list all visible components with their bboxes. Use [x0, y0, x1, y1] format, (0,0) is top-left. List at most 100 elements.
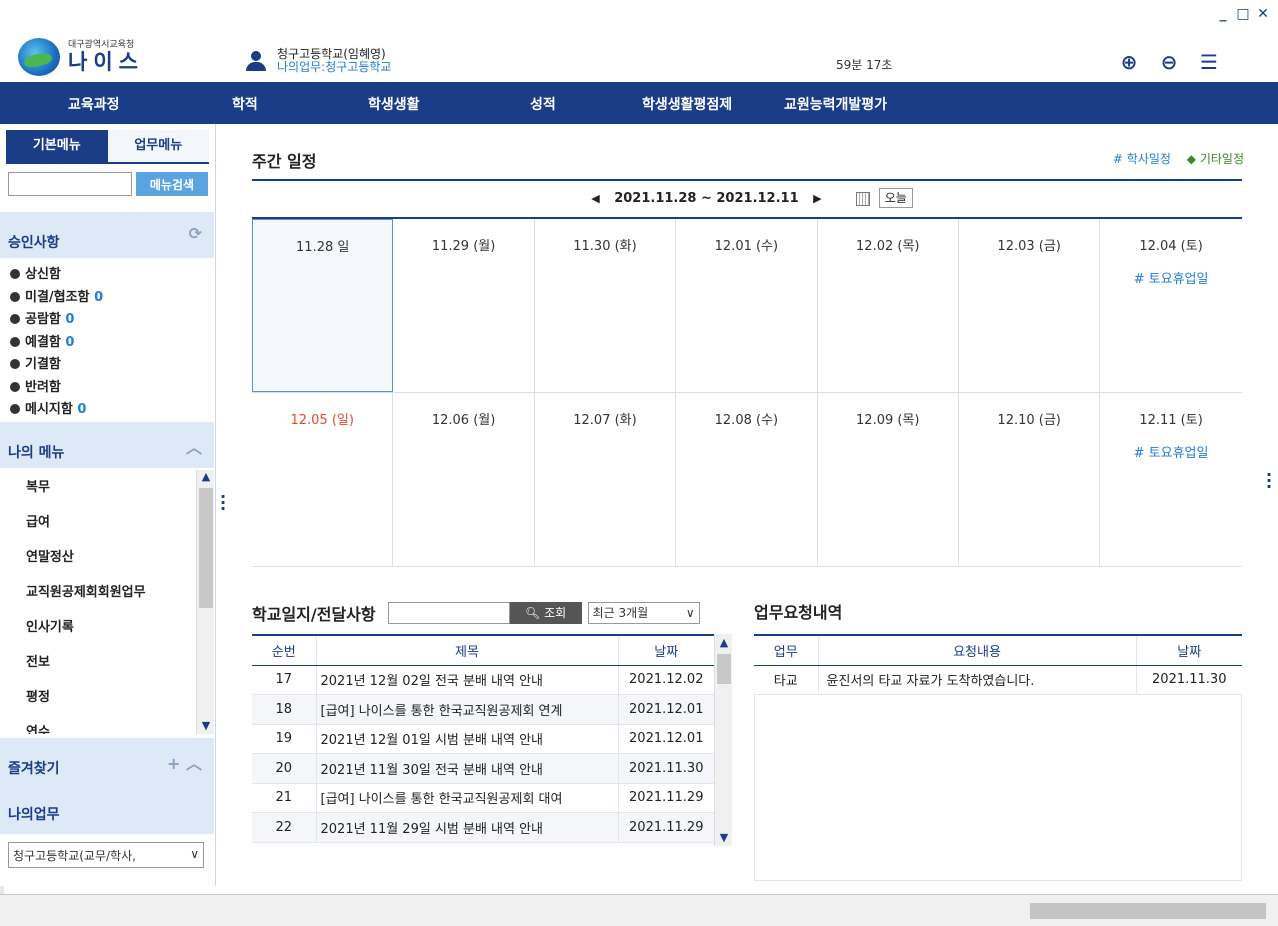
calendar-day-cell[interactable]: 12.01 (수) — [676, 219, 818, 392]
user-work-link[interactable]: 나의업무:청구고등학교 — [277, 60, 391, 74]
table-row[interactable]: 타교 윤진서의 타교 자료가 도착하였습니다. 2021.11.30 — [754, 665, 1242, 695]
log-search-input[interactable] — [387, 602, 510, 624]
query-button[interactable]: 🔍︎ 조회 — [509, 602, 582, 624]
nav-curriculum[interactable]: 교육과정 — [68, 94, 120, 114]
mymenu-item[interactable]: 복무 — [0, 470, 196, 505]
tab-basic-menu[interactable]: 기본메뉴 — [6, 130, 108, 162]
list-item[interactable]: 미결/협조함 0 — [10, 287, 103, 310]
calendar-day-cell[interactable]: 12.10 (금) — [959, 393, 1101, 566]
nav-student-life[interactable]: 학생생활 — [368, 94, 420, 114]
scroll-up-icon[interactable]: ▲ — [715, 636, 733, 649]
favorites-section-header[interactable]: 즐겨찾기 + ︿ — [0, 738, 214, 784]
day-label: 12.10 (금) — [997, 413, 1061, 428]
nav-merit-system[interactable]: 학생생활평점제 — [642, 94, 732, 114]
table-cell: 2021년 12월 02일 전국 분배 내역 안내 — [315, 665, 618, 695]
calendar-day-cell[interactable]: 12.08 (수) — [676, 393, 818, 566]
sidebar-resize-handle-icon[interactable]: · · · — [220, 489, 226, 517]
table-row[interactable]: 17 2021년 12월 02일 전국 분배 내역 안내 2021.12.02 — [252, 665, 714, 695]
table-cell: 17 — [252, 665, 316, 695]
work-request-table: 업무 요청내용 날짜 타교 윤진서의 타교 자료가 도착하였습니다. 2021.11… — [754, 634, 1242, 695]
calendar-day-cell[interactable]: 12.06 (월) — [393, 393, 535, 566]
chevron-up-icon[interactable]: ︿ — [186, 434, 202, 458]
scroll-down-icon[interactable]: ▼ — [715, 831, 733, 844]
table-row[interactable]: 18 [급여] 나이스를 통한 한국교직원공제회 연계 2021.12.01 — [252, 694, 714, 725]
mymenu-section-header[interactable]: 나의 메뉴 ︿ — [0, 422, 214, 468]
day-label: 12.11 (토) — [1139, 413, 1203, 428]
scroll-up-icon[interactable]: ▲ — [197, 470, 215, 483]
day-label: 12.08 (수) — [714, 413, 779, 428]
table-cell: [급여] 나이스를 통한 한국교직원공제회 대여 — [315, 783, 618, 813]
hamburger-menu-icon[interactable]: ☰ — [1198, 50, 1220, 74]
calendar-day-cell[interactable]: 12.03 (금) — [959, 219, 1101, 392]
calendar-day-cell[interactable]: 12.09 (목) — [818, 393, 959, 566]
calendar-day-cell[interactable]: 12.02 (목) — [818, 219, 959, 392]
nav-registry[interactable]: 학적 — [232, 94, 258, 114]
zoom-in-icon[interactable]: ⊕ — [1118, 50, 1140, 74]
nav-grades[interactable]: 성적 — [530, 94, 556, 114]
mymenu-item[interactable]: 급여 — [0, 505, 196, 540]
calendar-day-cell[interactable]: 12.07 (화) — [535, 393, 677, 566]
approval-section-header[interactable]: 승인사항 ⟳ — [0, 212, 214, 258]
school-log-panel: 학교일지/전달사항 🔍︎ 조회 최근 3개월 ∨ 순번 제목 날짜 17 2021년… — [252, 598, 734, 878]
table-row[interactable]: 19 2021년 12월 01일 시범 분배 내역 안내 2021.12.01 — [252, 724, 714, 754]
mymenu-scrollbar[interactable]: ▲ ▼ — [196, 470, 214, 734]
mymenu-item[interactable]: 평정 — [0, 680, 196, 715]
list-item[interactable]: 공람함 0 — [10, 309, 103, 332]
refresh-icon[interactable]: ⟳ — [189, 224, 202, 243]
day-label: 12.07 (화) — [573, 413, 637, 428]
calendar-day-cell[interactable]: 12.04 (토) # 토요휴업일 — [1100, 219, 1241, 392]
zoom-out-icon[interactable]: ⊖ — [1158, 50, 1180, 74]
calendar-day-cell[interactable]: 11.28 일 — [252, 219, 394, 392]
app-logo[interactable]: 대구광역시교육청 나이스 — [18, 38, 144, 76]
work-request-title: 업무요청내역 — [754, 603, 843, 622]
table-row[interactable]: 21 [급여] 나이스를 통한 한국교직원공제회 대여 2021.11.29 — [252, 783, 714, 813]
event-label[interactable]: # 토요휴업일 — [1100, 268, 1241, 287]
mymenu-item[interactable]: 교직원공제회회원업무 — [0, 575, 196, 610]
period-select[interactable]: 최근 3개월 ∨ — [587, 602, 700, 624]
scroll-down-icon[interactable]: ▼ — [197, 719, 215, 732]
close-icon[interactable]: ✕ — [1256, 6, 1270, 22]
col-header: 날짜 — [1135, 634, 1242, 666]
maximize-icon[interactable]: □ — [1236, 6, 1250, 22]
list-item[interactable]: 기결함 — [10, 354, 103, 377]
event-label[interactable]: # 토요휴업일 — [1100, 442, 1241, 461]
list-item[interactable]: 상신함 — [10, 264, 103, 287]
prev-week-icon[interactable]: ◀ — [591, 181, 599, 217]
calendar-day-cell[interactable]: 12.11 (토) # 토요휴업일 — [1100, 393, 1241, 566]
add-chevron-icon[interactable]: + ︿ — [167, 750, 202, 774]
list-item[interactable]: 반려함 — [10, 377, 103, 400]
mymenu-item[interactable]: 연수 — [0, 715, 196, 734]
scroll-thumb[interactable] — [717, 654, 731, 684]
mymenu-item[interactable]: 전보 — [0, 645, 196, 680]
myjob-select[interactable]: 청구고등학교(교무/학사, ∨ — [8, 842, 204, 868]
list-item[interactable]: 메시지함 0 — [10, 399, 103, 422]
calendar-day-cell[interactable]: 11.29 (월) — [393, 219, 535, 392]
day-label: 12.09 (목) — [856, 413, 920, 428]
calendar-week-row: 11.28 일 11.29 (월) 11.30 (화) 12.01 (수) 12.02 … — [252, 219, 1242, 393]
mymenu-item[interactable]: 연말정산 — [0, 540, 196, 575]
table-row[interactable]: 20 2021년 11월 30일 전국 분배 내역 안내 2021.11.30 — [252, 753, 714, 784]
menu-search-button[interactable]: 메뉴검색 — [136, 172, 208, 196]
work-request-panel: 업무요청내역 업무 요청내용 날짜 타교 윤진서의 타교 자료가 도착하였습니다.… — [754, 598, 1242, 881]
list-item[interactable]: 예결함 0 — [10, 332, 103, 355]
horizontal-scroll-thumb[interactable] — [1030, 903, 1266, 919]
today-button[interactable]: 오늘 — [878, 188, 913, 208]
minimize-icon[interactable]: _ — [1216, 6, 1230, 22]
log-scrollbar[interactable]: ▲ ▼ — [714, 634, 732, 846]
col-header: 순번 — [252, 634, 316, 666]
mymenu-item[interactable]: 인사기록 — [0, 610, 196, 645]
main-nav: 교육과정 학적 학생생활 성적 학생생활평점제 교원능력개발평가 — [0, 82, 1278, 124]
tab-work-menu[interactable]: 업무메뉴 — [107, 130, 209, 162]
nav-teacher-eval[interactable]: 교원능력개발평가 — [784, 94, 887, 114]
table-row[interactable]: 22 2021년 11월 29일 시범 분배 내역 안내 2021.11.29 — [252, 812, 714, 843]
right-panel-handle-icon[interactable]: · · · — [1266, 467, 1272, 495]
calendar-day-cell[interactable]: 12.05 (일) — [252, 393, 394, 566]
menu-search-input[interactable] — [8, 172, 132, 196]
table-cell: 2021.12.02 — [617, 665, 714, 695]
day-label: 12.06 (월) — [431, 413, 496, 428]
next-week-icon[interactable]: ▶ — [813, 181, 821, 217]
scroll-thumb[interactable] — [199, 488, 213, 608]
table-cell: [급여] 나이스를 통한 한국교직원공제회 연계 — [315, 694, 618, 725]
calendar-day-cell[interactable]: 11.30 (화) — [535, 219, 677, 392]
calendar-icon[interactable] — [856, 191, 871, 206]
